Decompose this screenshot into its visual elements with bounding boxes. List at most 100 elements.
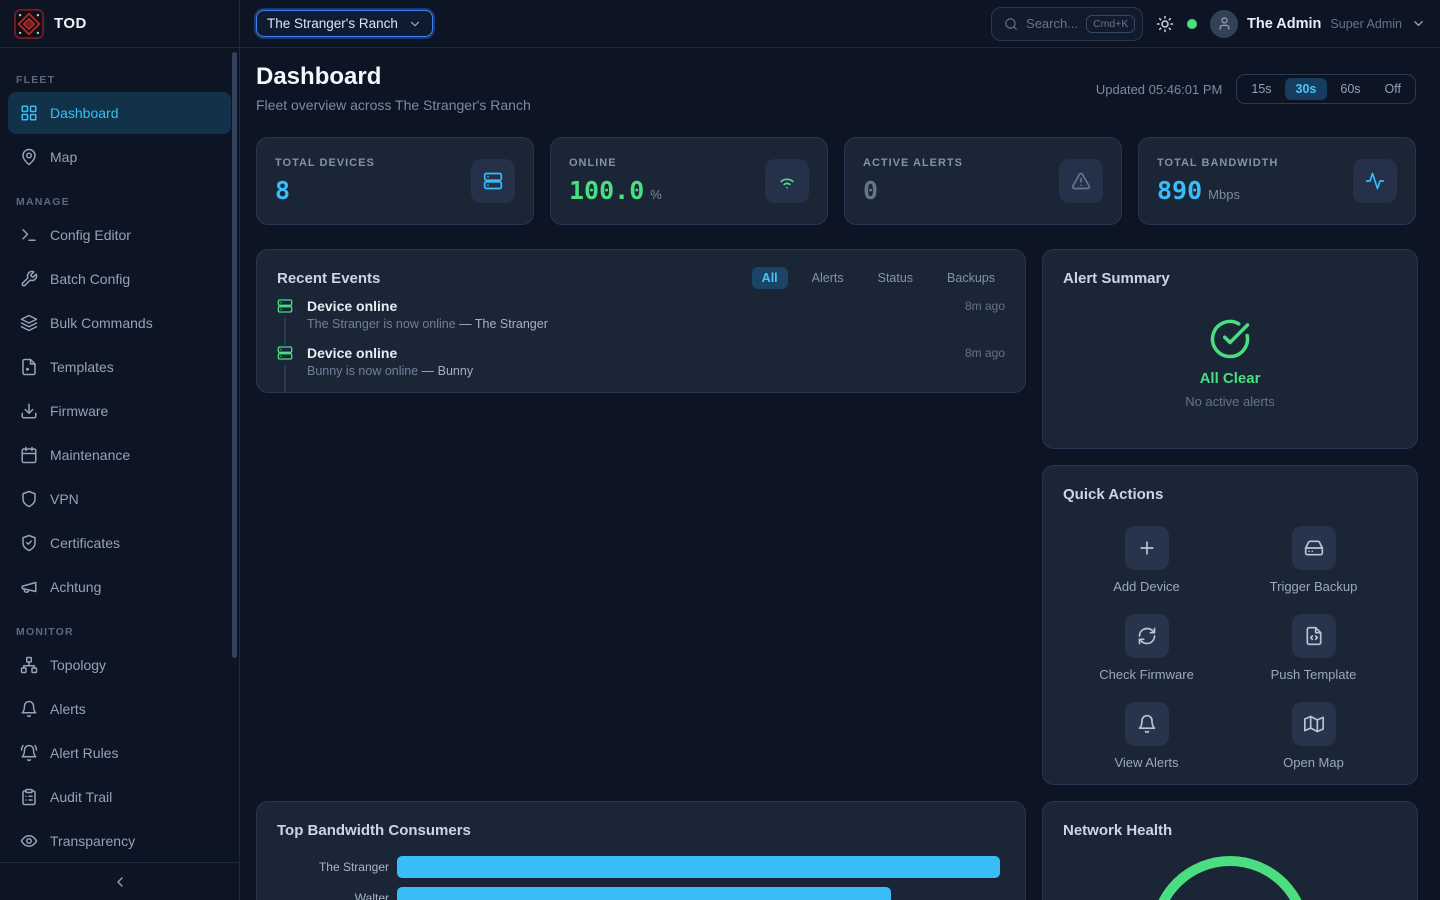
sidebar: FLEET Dashboard Map MANAGE Config Editor Batc… (0, 48, 240, 900)
refresh-interval-15s[interactable]: 15s (1240, 78, 1282, 100)
quick-action-label: View Alerts (1114, 755, 1178, 770)
layers-icon (20, 314, 38, 332)
events-tab-status[interactable]: Status (868, 267, 923, 289)
sidebar-collapse-button[interactable] (0, 862, 239, 900)
file-code-icon (1304, 626, 1324, 646)
sidebar-item-certificates[interactable]: Certificates (8, 522, 231, 564)
stat-icon-chip (471, 159, 515, 203)
sidebar-item-dashboard[interactable]: Dashboard (8, 92, 231, 134)
sidebar-item-label: Templates (50, 359, 114, 375)
event-description: Bunny is now online — Bunny (307, 364, 1005, 378)
event-time: 8m ago (965, 299, 1005, 313)
sidebar-item-alerts[interactable]: Alerts (8, 688, 231, 730)
sidebar-section-label: MANAGE (16, 196, 223, 208)
refresh-interval-off[interactable]: Off (1374, 78, 1412, 100)
sidebar-item-templates[interactable]: Templates (8, 346, 231, 388)
stat-cards: TOTAL DEVICES8ONLINE100.0%ACTIVE ALERTS0… (256, 137, 1416, 225)
user-menu[interactable]: The Admin Super Admin (1210, 10, 1426, 38)
sidebar-item-topology[interactable]: Topology (8, 644, 231, 686)
event-description-text: Bunny is now online (307, 364, 418, 378)
refresh-interval-30s[interactable]: 30s (1285, 78, 1328, 100)
quick-action-label: Check Firmware (1099, 667, 1194, 682)
file-icon (20, 358, 38, 376)
sidebar-item-firmware[interactable]: Firmware (8, 390, 231, 432)
eye-icon (20, 832, 38, 850)
shield-check-icon (20, 534, 38, 552)
fleet-selector[interactable]: The Stranger's Ranch (256, 10, 433, 37)
event-title: Device online (307, 298, 397, 314)
check-circle-icon (1209, 318, 1251, 360)
calendar-icon (20, 446, 38, 464)
quick-action-icon-chip (1125, 526, 1169, 570)
stat-icon-chip (1353, 159, 1397, 203)
search-input[interactable]: Search... Cmd+K (991, 7, 1143, 41)
alert-triangle-icon (1071, 171, 1091, 191)
events-tab-backups[interactable]: Backups (937, 267, 1005, 289)
network-health-title: Network Health (1063, 822, 1172, 839)
sidebar-item-alert-rules[interactable]: Alert Rules (8, 732, 231, 774)
sidebar-item-map[interactable]: Map (8, 136, 231, 178)
sidebar-item-audit-trail[interactable]: Audit Trail (8, 776, 231, 818)
app-title: TOD (54, 15, 87, 32)
stat-value: 0 (863, 176, 878, 205)
sidebar-item-label: Map (50, 149, 77, 165)
sidebar-nav: FLEET Dashboard Map MANAGE Config Editor Batc… (0, 74, 239, 862)
stat-icon-chip (1059, 159, 1103, 203)
quick-action-open-map[interactable]: Open Map (1230, 702, 1397, 770)
sidebar-item-label: Maintenance (50, 447, 130, 463)
plus-icon (1137, 538, 1157, 558)
quick-action-icon-chip (1292, 614, 1336, 658)
sidebar-item-transparency[interactable]: Transparency (8, 820, 231, 862)
network-icon (20, 656, 38, 674)
clipboard-list-icon (20, 788, 38, 806)
sidebar-item-config-editor[interactable]: Config Editor (8, 214, 231, 256)
sidebar-item-label: Config Editor (50, 227, 131, 243)
sidebar-item-batch-config[interactable]: Batch Config (8, 258, 231, 300)
quick-action-trigger-backup[interactable]: Trigger Backup (1230, 526, 1397, 594)
theme-toggle-button[interactable] (1156, 15, 1174, 33)
sidebar-section-label: FLEET (16, 74, 223, 86)
bell-ring-icon (20, 744, 38, 762)
recent-events-panel: Recent Events All Alerts Status Backups Dev… (256, 249, 1026, 393)
recent-events-title: Recent Events (277, 270, 380, 287)
sidebar-item-label: Audit Trail (50, 789, 112, 805)
sidebar-item-bulk-commands[interactable]: Bulk Commands (8, 302, 231, 344)
page-title: Dashboard (256, 63, 381, 91)
stat-value: 890 (1157, 176, 1202, 205)
quick-action-push-template[interactable]: Push Template (1230, 614, 1397, 682)
sidebar-item-label: Bulk Commands (50, 315, 153, 331)
sidebar-item-vpn[interactable]: VPN (8, 478, 231, 520)
user-name: The Admin (1247, 16, 1321, 32)
bandwidth-bar (397, 856, 1000, 878)
sidebar-item-achtung[interactable]: Achtung (8, 566, 231, 608)
sidebar-item-label: Alert Rules (50, 745, 118, 761)
chevron-down-icon (408, 17, 422, 31)
server-icon (277, 345, 293, 361)
bandwidth-device-label: The Stranger (277, 860, 389, 874)
event-row: Device online 8m ago The Stranger is now o… (277, 298, 1005, 345)
quick-action-check-firmware[interactable]: Check Firmware (1063, 614, 1230, 682)
terminal-icon (20, 226, 38, 244)
chevron-left-icon (112, 874, 128, 890)
stat-card-total-devices: TOTAL DEVICES8 (256, 137, 534, 225)
event-row: Device online8m agoBunny is now online —… (277, 345, 1005, 392)
stat-value: 100.0 (569, 176, 644, 205)
quick-action-view-alerts[interactable]: View Alerts (1063, 702, 1230, 770)
download-icon (20, 402, 38, 420)
layout-grid-icon (20, 104, 38, 122)
quick-action-add-device[interactable]: Add Device (1063, 526, 1230, 594)
event-title: Device online (307, 345, 397, 361)
bandwidth-bar (397, 887, 891, 900)
refresh-interval-60s[interactable]: 60s (1329, 78, 1371, 100)
sidebar-item-maintenance[interactable]: Maintenance (8, 434, 231, 476)
stat-label: ONLINE (569, 157, 662, 169)
event-description-text: The Stranger is now online (307, 317, 456, 331)
sidebar-item-label: Alerts (50, 701, 86, 717)
events-tab-alerts[interactable]: Alerts (802, 267, 854, 289)
topbar-actions: Search... Cmd+K The Admin Super Admin (991, 7, 1440, 41)
sidebar-scrollbar[interactable] (232, 52, 237, 658)
page-subtitle: Fleet overview across The Stranger's Ran… (256, 97, 531, 113)
alert-summary-panel: Alert Summary All Clear No active alerts (1042, 249, 1418, 449)
stat-label: ACTIVE ALERTS (863, 157, 963, 169)
events-tab-all[interactable]: All (752, 267, 788, 289)
